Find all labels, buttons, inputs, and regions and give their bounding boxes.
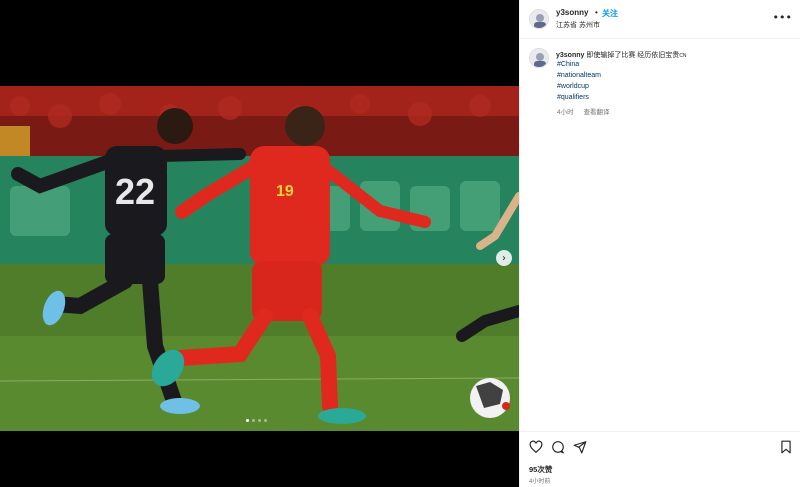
share-send-icon[interactable] bbox=[573, 440, 587, 454]
post-header: y3sonny • 关注 江苏省 苏州市 ••• bbox=[520, 0, 800, 39]
username-link[interactable]: y3sonny bbox=[556, 8, 588, 17]
action-bar: 95次赞 4小时前 bbox=[520, 431, 800, 487]
like-heart-icon[interactable] bbox=[529, 440, 543, 454]
carousel-dot bbox=[258, 419, 261, 422]
follow-button[interactable]: 关注 bbox=[602, 8, 618, 19]
caption-meta: 4小时 查看翻译 bbox=[557, 106, 609, 116]
svg-text:19: 19 bbox=[276, 183, 294, 200]
instagram-post: 22 19 › y3sonny • 关注 江苏省 苏州市 ••• y3sonny… bbox=[0, 0, 800, 487]
see-translation-link[interactable]: 查看翻译 bbox=[583, 109, 609, 116]
caption-username[interactable]: y3sonny bbox=[556, 52, 584, 59]
carousel-dot bbox=[264, 419, 267, 422]
carousel-dot bbox=[252, 419, 255, 422]
hashtag-link[interactable]: #qualifiers bbox=[557, 94, 589, 101]
bookmark-icon[interactable] bbox=[779, 440, 793, 454]
carousel-dots bbox=[246, 419, 267, 422]
carousel-dot bbox=[246, 419, 249, 422]
likes-count[interactable]: 95次赞 bbox=[529, 464, 552, 475]
post-side-panel: y3sonny • 关注 江苏省 苏州市 ••• y3sonny 即使输掉了比赛… bbox=[519, 0, 800, 487]
chevron-right-icon: › bbox=[502, 252, 506, 264]
separator-dot: • bbox=[595, 8, 598, 17]
media-pane: 22 19 › bbox=[0, 0, 519, 487]
location-link[interactable]: 江苏省 苏州市 bbox=[556, 20, 600, 30]
caption-flag: CN bbox=[679, 53, 687, 59]
hashtag-link[interactable]: #worldcup bbox=[557, 83, 589, 90]
next-slide-button[interactable]: › bbox=[496, 250, 512, 266]
caption-time: 4小时 bbox=[557, 109, 574, 116]
caption-text: y3sonny 即使输掉了比赛 经历依旧宝贵CN bbox=[556, 50, 687, 60]
avatar[interactable] bbox=[529, 48, 549, 68]
hashtag-link[interactable]: #China bbox=[557, 61, 579, 68]
comment-icon[interactable] bbox=[551, 440, 565, 454]
more-horizontal-icon[interactable]: ••• bbox=[773, 11, 792, 24]
post-timestamp: 4小时前 bbox=[529, 479, 551, 485]
hashtag-link[interactable]: #nationalteam bbox=[557, 72, 601, 79]
caption-body: 即使输掉了比赛 经历依旧宝贵 bbox=[586, 52, 680, 59]
post-photo[interactable]: 22 19 bbox=[0, 86, 519, 431]
avatar[interactable] bbox=[529, 9, 549, 29]
svg-text:22: 22 bbox=[115, 171, 155, 212]
